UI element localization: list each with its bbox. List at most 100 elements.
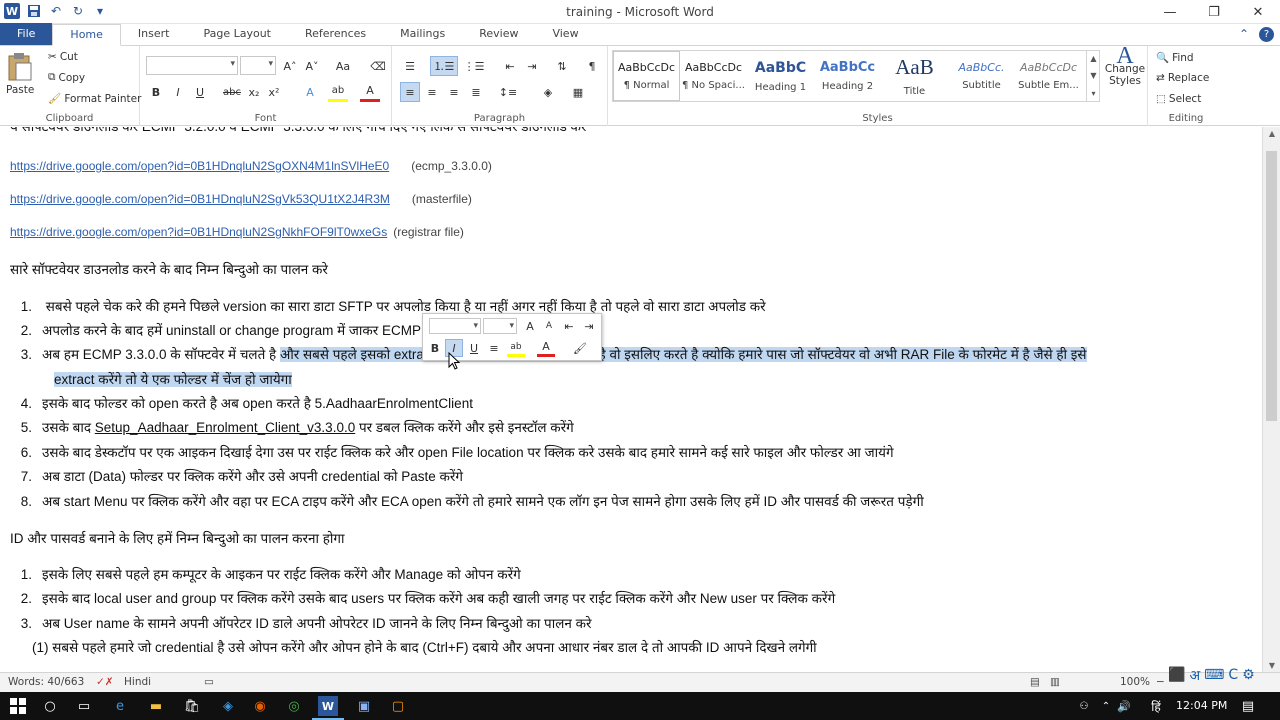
subscript-icon[interactable]: x₂ — [244, 82, 264, 102]
strikethrough-icon[interactable]: abc — [222, 82, 242, 102]
align-center-icon[interactable]: ≡ — [422, 82, 442, 102]
bold-icon[interactable]: B — [146, 82, 166, 102]
conversion-icon[interactable]: C — [1228, 667, 1238, 683]
copy-button[interactable]: ⧉ Copy — [48, 71, 85, 84]
style-title[interactable]: AaB Title — [881, 51, 948, 101]
change-styles-button[interactable]: A Change Styles — [1104, 44, 1146, 87]
volume-icon[interactable]: 🔊 — [1114, 696, 1134, 716]
tab-insert[interactable]: Insert — [121, 24, 187, 45]
word-count[interactable]: Words: 40/663 — [8, 676, 84, 688]
grow-font-icon[interactable]: A˄ — [280, 56, 300, 76]
ime-icon[interactable]: ⬛ — [1168, 667, 1185, 683]
tab-file[interactable]: File — [0, 23, 53, 45]
clock[interactable]: 12:04 PM — [1176, 699, 1227, 712]
scroll-thumb[interactable] — [1266, 151, 1277, 421]
multilevel-list-icon[interactable]: ⋮☰ — [464, 56, 485, 76]
tab-references[interactable]: References — [288, 24, 383, 45]
store-icon[interactable]: 🛍 — [182, 696, 202, 716]
decrease-indent-icon[interactable]: ⇤ — [500, 56, 520, 76]
underline-icon[interactable]: U — [190, 82, 210, 102]
mini-underline-icon[interactable]: U — [465, 339, 483, 357]
tab-mailings[interactable]: Mailings — [383, 24, 462, 45]
show-marks-icon[interactable]: ¶ — [582, 56, 602, 76]
font-size-combo[interactable] — [240, 56, 276, 75]
macro-record-icon[interactable]: ▭ — [204, 676, 214, 688]
mini-font-color-icon[interactable]: A — [537, 339, 555, 357]
search-icon[interactable]: ○ — [40, 696, 60, 716]
minimize-button[interactable]: — — [1148, 0, 1192, 24]
maximize-button[interactable]: ❐ — [1192, 0, 1236, 24]
font-name-combo[interactable] — [146, 56, 238, 75]
increase-indent-icon[interactable]: ⇥ — [522, 56, 542, 76]
edge-icon[interactable]: e — [110, 696, 130, 716]
styles-scroll[interactable]: ▲ ▼ ▾ — [1086, 50, 1100, 102]
network-app-icon[interactable]: ◈ — [218, 696, 238, 716]
align-right-icon[interactable]: ≡ — [444, 82, 464, 102]
bullets-icon[interactable]: ☰ — [400, 56, 420, 76]
style-normal[interactable]: AaBbCcDc ¶ Normal — [613, 51, 680, 101]
zoom-out-button[interactable]: − — [1156, 676, 1165, 688]
style-no-spacing[interactable]: AaBbCcDc ¶ No Spaci... — [680, 51, 747, 101]
drive-link[interactable]: https://drive.google.com/open?id=0B1HDnq… — [10, 192, 390, 206]
style-heading-1[interactable]: AaBbC Heading 1 — [747, 51, 814, 101]
tab-home[interactable]: Home — [52, 24, 121, 46]
format-painter-button[interactable]: 🖌 Format Painter — [48, 92, 141, 106]
notifications-icon[interactable]: ▤ — [1238, 696, 1258, 716]
help-icon[interactable]: ? — [1259, 26, 1274, 42]
replace-button[interactable]: ⇄ Replace — [1156, 72, 1209, 84]
superscript-icon[interactable]: x² — [264, 82, 284, 102]
find-button[interactable]: 🔍 Find — [1156, 51, 1194, 65]
recorder-icon[interactable]: ▢ — [388, 696, 408, 716]
cut-button[interactable]: ✂ Cut — [48, 51, 78, 63]
scroll-up-icon[interactable]: ▲ — [1263, 129, 1280, 138]
mini-bold-icon[interactable]: B — [426, 339, 444, 357]
task-view-icon[interactable]: ▭ — [74, 696, 94, 716]
close-button[interactable]: ✕ — [1236, 0, 1280, 24]
input-language[interactable]: हिं — [1146, 696, 1166, 716]
drive-link[interactable]: https://drive.google.com/open?id=0B1HDnq… — [10, 159, 389, 173]
proofing-icon[interactable]: ✓✗ — [96, 676, 114, 688]
mini-highlight-icon[interactable]: ab — [507, 339, 525, 357]
zoom-level[interactable]: 100% — [1120, 676, 1150, 688]
people-icon[interactable]: ⚇ — [1074, 696, 1094, 716]
file-explorer-icon[interactable]: ▬ — [146, 696, 166, 716]
mini-increase-indent-icon[interactable]: ⇥ — [580, 317, 598, 335]
mini-grow-font-icon[interactable]: A — [521, 317, 539, 335]
shrink-font-icon[interactable]: A˅ — [302, 56, 322, 76]
chrome-icon[interactable]: ◎ — [284, 696, 304, 716]
shading-icon[interactable]: ◈ — [538, 82, 558, 102]
mini-size-combo[interactable] — [483, 318, 517, 334]
text-effects-icon[interactable]: A — [300, 82, 320, 102]
tab-view[interactable]: View — [535, 24, 595, 45]
mini-shrink-font-icon[interactable]: A — [540, 317, 558, 335]
full-screen-reading-icon[interactable]: ▥ — [1050, 676, 1060, 688]
font-color-icon[interactable]: A — [360, 82, 380, 102]
paste-button[interactable]: Paste — [6, 52, 34, 96]
language-indicator[interactable]: Hindi — [124, 676, 151, 688]
sort-icon[interactable]: ⇅ — [552, 56, 572, 76]
word-taskbar-icon[interactable]: W — [312, 696, 344, 720]
mini-center-icon[interactable]: ≡ — [485, 339, 503, 357]
style-heading-2[interactable]: AaBbCc Heading 2 — [814, 51, 881, 101]
clear-formatting-icon[interactable]: ⌫ — [368, 56, 388, 76]
justify-icon[interactable]: ≣ — [466, 82, 486, 102]
align-left-icon[interactable]: ≡ — [400, 82, 420, 102]
start-button-icon[interactable] — [8, 696, 28, 716]
style-subtle-emphasis[interactable]: AaBbCcDc Subtle Em... — [1015, 51, 1082, 101]
highlight-icon[interactable]: ab — [328, 82, 348, 102]
tray-arrow-icon[interactable]: ⌃ — [1096, 696, 1116, 716]
collapse-ribbon-icon[interactable]: ⌃ — [1239, 27, 1249, 41]
tab-review[interactable]: Review — [462, 24, 535, 45]
vertical-scrollbar[interactable]: ▲ ▼ — [1262, 127, 1280, 672]
numbering-icon[interactable]: ⒈☰ — [430, 56, 458, 76]
keyboard-icon[interactable]: ⌨ — [1204, 667, 1224, 683]
tab-page-layout[interactable]: Page Layout — [186, 24, 288, 45]
change-case-icon[interactable]: Aa — [330, 56, 356, 76]
hindi-input-icon[interactable]: अ — [1189, 666, 1200, 685]
style-subtitle[interactable]: AaBbCc. Subtitle — [948, 51, 1015, 101]
select-button[interactable]: ⬚ Select — [1156, 93, 1201, 105]
italic-icon[interactable]: I — [168, 82, 188, 102]
document-area[interactable]: ये सॉफ्टवेयर डाउनलोड करें ECMP 3.2.0.0 व… — [0, 127, 1262, 672]
mini-decrease-indent-icon[interactable]: ⇤ — [560, 317, 578, 335]
firefox-icon[interactable]: ◉ — [250, 696, 270, 716]
